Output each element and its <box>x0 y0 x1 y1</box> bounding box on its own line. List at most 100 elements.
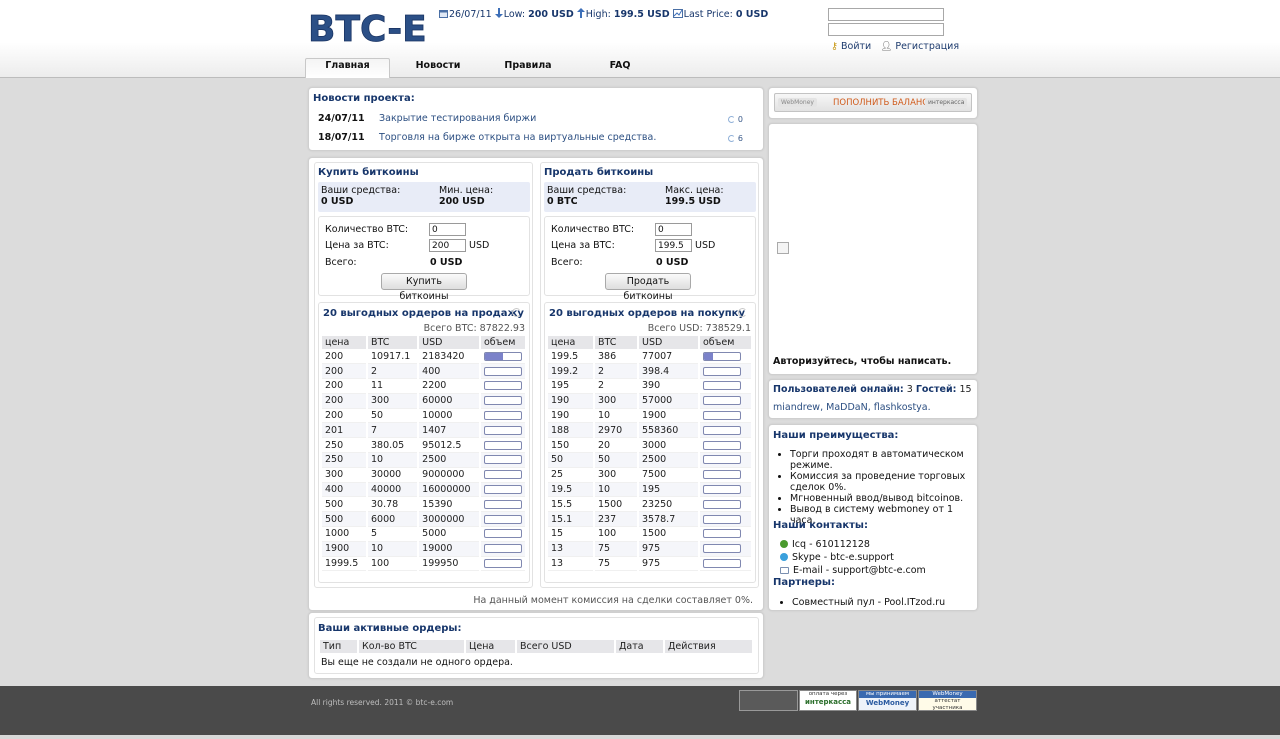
chat-login-prompt: Авторизуйтесь, чтобы написать. <box>773 356 952 367</box>
news-comments[interactable]: 0 <box>727 115 743 124</box>
news-panel: Новости проекта: 24/07/11 Закрытие тести… <box>308 87 764 151</box>
login-password-input[interactable] <box>828 23 944 36</box>
register-link[interactable]: 👤︎ Регистрация <box>880 41 959 52</box>
ticker-last-label: Last Price: <box>683 9 733 20</box>
table-cell: 100 <box>594 526 639 542</box>
table-cell: 13 <box>548 556 595 572</box>
advantages-title: Наши преимущества: <box>773 430 899 441</box>
refresh-sell-orders-icon[interactable] <box>512 308 524 319</box>
tab-news[interactable]: Новости <box>403 58 473 78</box>
volume-bar <box>703 514 741 524</box>
volume-cell <box>699 408 753 424</box>
attestat-badge[interactable]: WebMoney аттестат участника <box>918 690 977 711</box>
partners-title: Партнеры: <box>773 577 835 588</box>
sell-orders-table: цена BTC USD объем 200 10917.1 2183420 200 2… <box>322 336 527 572</box>
table-cell: 75 <box>594 541 639 557</box>
comment-icon <box>727 135 735 142</box>
table-cell: 1999.5 <box>322 556 368 572</box>
tab-faq[interactable]: FAQ <box>585 58 655 78</box>
partner-link[interactable]: Совместный пул - Pool.ITzod.ru <box>792 597 945 608</box>
news-title: Новости проекта: <box>313 93 415 104</box>
guests-count: 15 <box>959 384 972 395</box>
column-header: USD <box>418 336 481 349</box>
sell-qty-input[interactable] <box>655 223 692 236</box>
sell-title: Продать биткоины <box>544 167 654 178</box>
online-user-link[interactable]: flashkostya <box>874 402 928 413</box>
contact-icq-text: Icq - 610112128 <box>792 539 870 550</box>
table-cell: 200 <box>322 393 368 409</box>
news-date: 24/07/11 <box>318 113 365 124</box>
buy-bitcoins-button[interactable]: Купить биткоины <box>381 273 467 302</box>
table-cell: 386 <box>594 349 639 365</box>
counter-badge[interactable] <box>739 690 798 711</box>
volume-cell <box>480 363 527 380</box>
volume-cell <box>480 467 527 483</box>
ticker: 26/07/11 Low: 200 USD High: 199.5 USD La… <box>439 8 768 21</box>
table-cell: 11 <box>366 378 420 394</box>
volume-cell <box>699 496 753 513</box>
news-link[interactable]: Торговля на бирже открыта на виртуальные… <box>379 132 656 143</box>
user-icon: 👤︎ <box>880 41 893 52</box>
volume-bar <box>703 499 741 509</box>
register-link-label: Регистрация <box>895 41 960 52</box>
chart-icon <box>672 9 683 21</box>
table-row: 201 7 1407 <box>322 422 527 439</box>
table-row: 188 2970 558360 <box>548 422 753 439</box>
logo[interactable]: BTC-E <box>306 8 428 51</box>
login-username-input[interactable] <box>828 8 944 21</box>
key-icon: ⚷ <box>831 41 838 52</box>
sell-bitcoins-button[interactable]: Продать биткоины <box>605 273 691 302</box>
table-row: 199.2 2 398.4 <box>548 363 753 380</box>
sell-total-value: 0 USD <box>656 257 689 268</box>
table-cell: 1407 <box>418 422 481 439</box>
sell-price-input[interactable] <box>655 239 692 252</box>
table-cell: 199950 <box>418 556 481 572</box>
calendar-icon <box>439 9 448 21</box>
contact-email-text: E-mail - support@btc-e.com <box>793 565 926 576</box>
table-row: 400 40000 16000000 <box>322 482 527 498</box>
topup-balance-button[interactable]: WebMoney ПОПОЛНИТЬ БАЛАНС интеркасса <box>774 93 972 112</box>
news-link[interactable]: Закрытие тестирования биржи <box>379 113 536 124</box>
table-cell: 195 <box>638 482 700 498</box>
table-cell: 200 <box>322 378 368 394</box>
table-cell: 190 <box>548 393 595 409</box>
volume-cell <box>699 363 753 380</box>
volume-cell <box>480 556 527 572</box>
table-cell: 20 <box>594 437 639 454</box>
online-stats: Пользователей онлайн: 3 Гостей: 15 <box>773 384 972 395</box>
list-item: Мгновенный ввод/вывод bitcoinов. <box>790 493 969 504</box>
table-cell: 2500 <box>638 452 700 468</box>
table-cell: 10 <box>594 408 639 424</box>
table-cell: 15.5 <box>548 496 595 513</box>
buy-price-input[interactable] <box>429 239 466 252</box>
buy-section: Купить биткоины Ваши средства: 0 USD Мин… <box>314 162 533 588</box>
tab-rules[interactable]: Правила <box>493 58 563 78</box>
buy-funds-value: 0 USD <box>321 196 354 207</box>
volume-bar <box>484 351 522 361</box>
webmoney-badge[interactable]: мы принимаем WebMoney <box>858 690 917 711</box>
badge-main-text: интеркасса <box>804 698 852 706</box>
volume-bar <box>484 396 522 406</box>
volume-bar <box>703 470 741 480</box>
login-link[interactable]: ⚷ Войти <box>831 41 871 52</box>
buy-qty-input[interactable] <box>429 223 466 236</box>
info-panel: Наши преимущества: Торги проходят в авто… <box>768 424 978 611</box>
buy-funds-label: Ваши средства: <box>321 185 401 196</box>
table-cell: 398.4 <box>638 363 700 380</box>
table-cell: 2500 <box>418 452 481 468</box>
online-user-link[interactable]: miandrew <box>773 402 820 413</box>
volume-bar <box>484 529 522 539</box>
tab-main[interactable]: Главная <box>305 58 390 78</box>
list-item: Торги проходят в автоматическом режиме. <box>790 449 969 471</box>
news-comments[interactable]: 6 <box>727 134 743 143</box>
contact-icq: Icq - 610112128 <box>780 539 870 550</box>
column-header: цена <box>548 336 595 349</box>
online-user-link[interactable]: MaDDaN <box>826 402 868 413</box>
refresh-buy-orders-icon[interactable] <box>738 308 750 319</box>
table-cell: 150 <box>548 437 595 454</box>
buy-qty-label: Количество BTC: <box>325 224 409 235</box>
buy-price-currency: USD <box>469 240 490 251</box>
interkassa-badge[interactable]: оплата через интеркасса <box>799 690 857 711</box>
buy-orders-title: 20 выгодных ордеров на покупку <box>549 308 745 319</box>
badge-main-text: аттестат участника <box>932 698 963 711</box>
